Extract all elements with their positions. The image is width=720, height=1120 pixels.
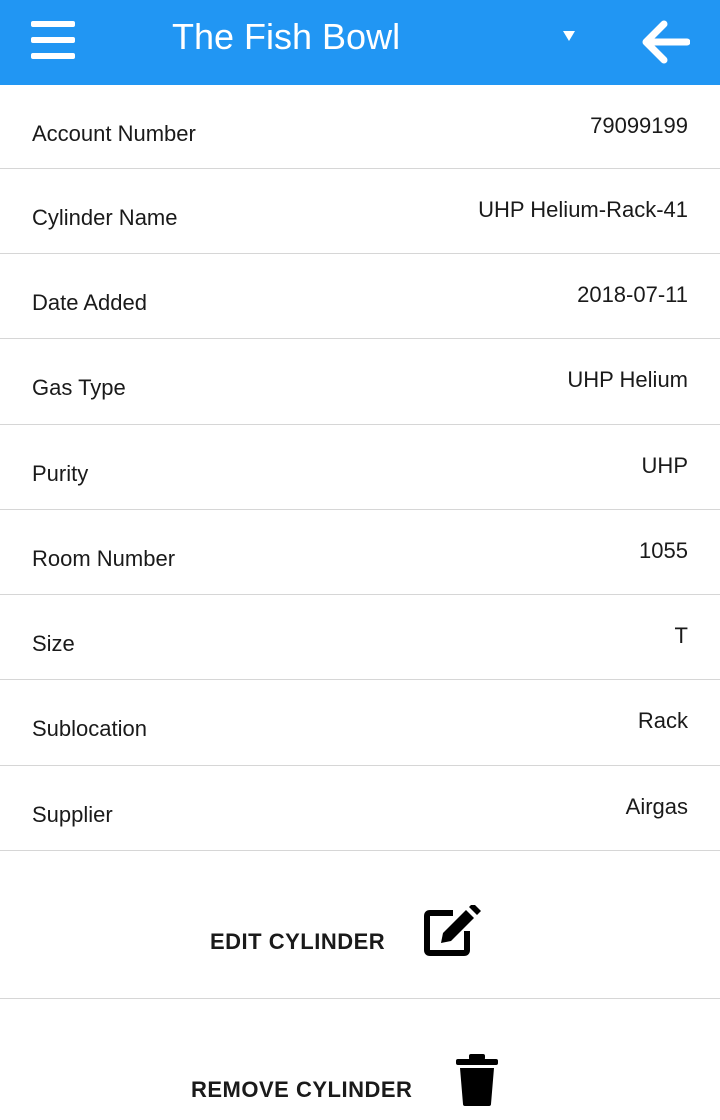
detail-row-supplier: Supplier Airgas	[0, 766, 720, 851]
detail-label: Date Added	[32, 290, 147, 315]
edit-cylinder-button[interactable]: EDIT CYLINDER	[0, 850, 720, 999]
detail-row-size: Size T	[0, 595, 720, 680]
detail-value: UHP Helium	[567, 367, 688, 392]
cylinder-details-list: Account Number 79099199 Cylinder Name UH…	[0, 85, 720, 851]
detail-row-room-number: Room Number 1055	[0, 510, 720, 595]
detail-value: Airgas	[625, 794, 688, 819]
detail-value: T	[674, 623, 688, 648]
detail-label: Purity	[32, 461, 89, 486]
page-title[interactable]: The Fish Bowl	[172, 15, 400, 59]
detail-row-cylinder-name: Cylinder Name UHP Helium-Rack-41	[0, 169, 720, 254]
edit-cylinder-label: EDIT CYLINDER	[210, 929, 386, 954]
edit-pencil-icon	[424, 905, 481, 956]
app-bar: The Fish Bowl	[0, 0, 720, 85]
hamburger-menu-icon[interactable]	[31, 21, 75, 59]
detail-label: Sublocation	[32, 716, 147, 741]
detail-value: UHP Helium-Rack-41	[478, 197, 688, 222]
detail-row-date-added: Date Added 2018-07-11	[0, 254, 720, 339]
detail-value: UHP	[641, 453, 688, 478]
detail-value: Rack	[637, 708, 688, 733]
trash-icon	[456, 1054, 498, 1106]
detail-label: Room Number	[32, 546, 176, 571]
detail-label: Supplier	[32, 802, 113, 827]
detail-value: 2018-07-11	[577, 282, 688, 307]
detail-row-gas-type: Gas Type UHP Helium	[0, 339, 720, 425]
detail-value: 79099199	[590, 113, 688, 138]
caret-down-icon[interactable]	[563, 31, 575, 41]
detail-row-account-number: Account Number 79099199	[0, 85, 720, 169]
remove-cylinder-button[interactable]: REMOVE CYLINDER	[0, 999, 720, 1120]
remove-cylinder-label: REMOVE CYLINDER	[191, 1077, 413, 1102]
detail-row-sublocation: Sublocation Rack	[0, 680, 720, 766]
detail-label: Cylinder Name	[32, 205, 178, 230]
detail-label: Size	[32, 631, 75, 656]
detail-label: Gas Type	[32, 375, 126, 400]
detail-label: Account Number	[32, 121, 196, 146]
arrow-left-icon[interactable]	[642, 20, 690, 64]
detail-row-purity: Purity UHP	[0, 425, 720, 510]
detail-value: 1055	[639, 538, 688, 563]
